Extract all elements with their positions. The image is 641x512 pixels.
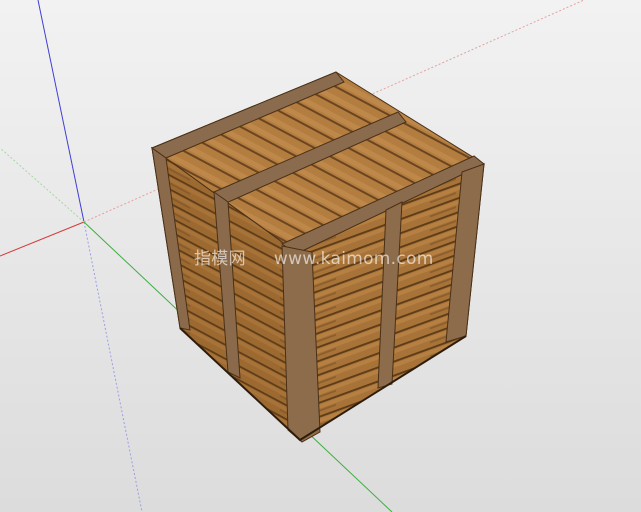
sketchup-viewport[interactable]: 指模网 www.kaimom.com <box>0 0 641 512</box>
3d-scene[interactable] <box>0 0 641 512</box>
